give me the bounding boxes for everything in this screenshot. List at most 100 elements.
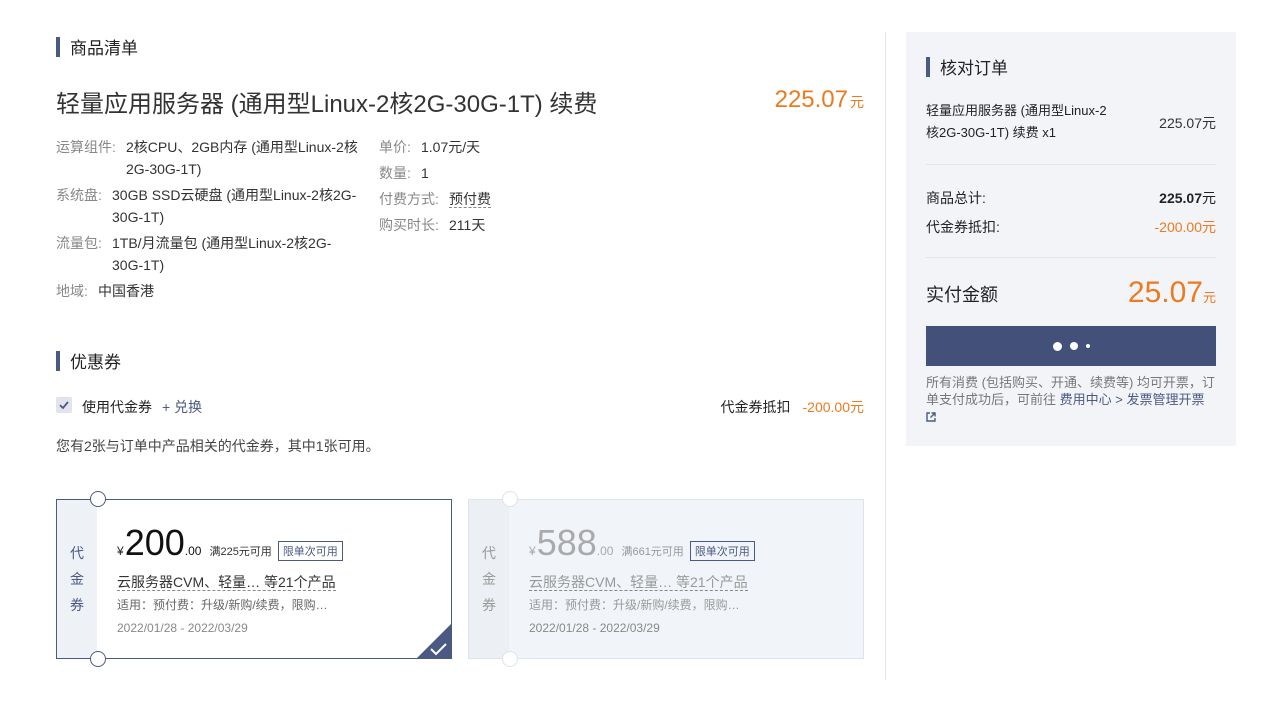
summary-divider (926, 257, 1216, 258)
coupon-condition: 满661元可用 (621, 546, 684, 558)
product-price-unit: 元 (850, 94, 864, 110)
coupon-hint: 您有2张与订单中产品相关的代金券，其中1张可用。 (56, 438, 380, 454)
spec-value: 中国香港 (98, 283, 154, 299)
coupon-notch (502, 651, 518, 667)
product-price-value: 225.07 (774, 86, 848, 113)
coupon-side-char: 券 (482, 597, 496, 613)
coupon-notch (90, 651, 106, 667)
summary-total-label: 商品总计: (926, 190, 986, 206)
summary-coupon-label: 代金券抵扣: (926, 219, 1000, 235)
title-bar (56, 350, 60, 371)
spec-label: 流量包: (56, 235, 102, 251)
summary-total-unit: 元 (1202, 190, 1216, 206)
currency-symbol: ¥ (529, 544, 536, 558)
detail-value: 211天 (449, 217, 486, 233)
coupon-condition: 满225元可用 (209, 546, 272, 558)
spec-value: 1TB/月流量包 (通用型Linux-2核2G-30G-1T) (112, 235, 332, 273)
external-link-icon (926, 412, 936, 422)
summary-item-name-line: 轻量应用服务器 (通用型Linux-2 (926, 103, 1107, 118)
coupon-section-title-text: 优惠券 (70, 353, 121, 372)
product-section-title: 商品清单 (56, 34, 138, 59)
detail-quantity: 数量: 1 (379, 162, 579, 184)
summary-total-row: 商品总计: 225.07元 (926, 188, 1216, 208)
payment-method-value[interactable]: 预付费 (449, 191, 491, 208)
title-bar (926, 56, 930, 77)
product-price: 225.07 元 (775, 86, 864, 114)
detail-label: 付费方式: (379, 191, 439, 207)
coupon-products[interactable]: 云服务器CVM、轻量… 等21个产品 (529, 574, 748, 591)
product-name: 轻量应用服务器 (通用型Linux-2核2G-30G-1T) 续费 (56, 91, 598, 118)
loading-dot-icon (1085, 344, 1090, 348)
coupon-notch (502, 491, 518, 507)
coupon-notch (90, 491, 106, 507)
selected-check-icon (417, 624, 451, 658)
title-bar (56, 36, 60, 57)
summary-divider (926, 164, 1216, 165)
spec-label: 运算组件: (56, 139, 116, 155)
coupon-dates: 2022/01/28 - 2022/03/29 (529, 621, 660, 635)
coupon-side-char: 金 (482, 571, 496, 587)
detail-payment-method: 付费方式: 预付费 (379, 188, 579, 210)
coupon-amount-dec: .00 (596, 544, 614, 558)
invoice-note: 所有消费 (包括购买、开通、续费等) 均可开票，订单支付成功后，可前往 费用中心… (926, 374, 1218, 425)
submit-order-button[interactable] (926, 326, 1216, 366)
spec-system-disk: 系统盘: 30GB SSD云硬盘 (通用型Linux-2核2G-30G-1T) (56, 184, 361, 228)
summary-total-value: 225.07 (1159, 190, 1202, 206)
summary-item-name-line: 核2G-30G-1T) 续费 x1 (926, 125, 1057, 140)
check-icon (59, 401, 69, 410)
coupon-side-char: 金 (70, 571, 84, 587)
exchange-link[interactable]: + 兑换 (162, 397, 202, 417)
loading-dot-icon (1052, 341, 1062, 351)
coupon-deduction: 代金券抵扣 -200.00元 (721, 397, 864, 417)
pay-amount-unit: 元 (1202, 290, 1216, 305)
coupon-amount-dec: .00 (184, 544, 202, 558)
currency-symbol: ¥ (117, 544, 124, 558)
invoice-link-text: 费用中心 > 发票管理开票 (1059, 392, 1205, 407)
detail-duration: 购买时长: 211天 (379, 214, 579, 236)
summary-item-price-unit: 元 (1202, 115, 1216, 131)
use-coupon-label[interactable]: 使用代金券 (82, 397, 152, 417)
coupon-side-label: 代 金 券 (469, 500, 509, 658)
product-section-title-text: 商品清单 (70, 39, 138, 58)
spec-value: 30GB SSD云硬盘 (通用型Linux-2核2G-30G-1T) (112, 187, 357, 225)
coupon-products[interactable]: 云服务器CVM、轻量… 等21个产品 (117, 574, 336, 591)
spec-label: 系统盘: (56, 187, 102, 203)
detail-label: 数量: (379, 165, 411, 181)
spec-region: 地域: 中国香港 (56, 280, 356, 302)
coupon-side-char: 券 (70, 597, 84, 613)
order-summary-panel: 核对订单 轻量应用服务器 (通用型Linux-2 核2G-30G-1T) 续费 … (906, 32, 1236, 446)
coupon-side-char: 代 (70, 545, 84, 561)
pay-amount-value: 25.07 (1127, 276, 1203, 309)
use-coupon-checkbox[interactable] (56, 397, 72, 413)
coupon-amount: ¥ 200 .00 满225元可用 限单次可用 (117, 522, 343, 564)
summary-item-price: 225.07元 (1159, 113, 1216, 133)
detail-unit-price: 单价: 1.07元/天 (379, 136, 579, 158)
coupon-apply-scope: 适用：预付费：升级/新购/续费，限购… (529, 598, 740, 612)
detail-label: 单价: (379, 139, 411, 155)
detail-value: 1 (421, 165, 429, 181)
pay-amount: 25.07元 (1128, 276, 1216, 310)
coupon-dates: 2022/01/28 - 2022/03/29 (117, 621, 248, 635)
coupon-card-selected[interactable]: 代 金 券 ¥ 200 .00 满225元可用 限单次可用 云服务器CVM、轻量… (56, 491, 452, 667)
coupon-amount: ¥ 588 .00 满661元可用 限单次可用 (529, 522, 755, 564)
summary-coupon-row: 代金券抵扣: -200.00元 (926, 217, 1216, 237)
coupon-section-title: 优惠券 (56, 348, 121, 373)
pay-amount-label: 实付金额 (926, 285, 998, 305)
summary-item-name: 轻量应用服务器 (通用型Linux-2 核2G-30G-1T) 续费 x1 (926, 100, 1136, 144)
spec-value: 2核CPU、2GB内存 (通用型Linux-2核2G-30G-1T) (126, 139, 358, 177)
vertical-divider (885, 32, 886, 680)
spec-traffic: 流量包: 1TB/月流量包 (通用型Linux-2核2G-30G-1T) (56, 232, 356, 276)
detail-label: 购买时长: (379, 217, 439, 233)
coupon-deduction-label: 代金券抵扣 (720, 399, 791, 415)
summary-title: 核对订单 (926, 54, 1008, 79)
coupon-amount-int: 200 (124, 522, 185, 563)
coupon-deduction-value: -200.00元 (802, 399, 864, 415)
coupon-side-char: 代 (482, 545, 496, 561)
loading-dot-icon (1069, 342, 1078, 350)
spec-compute: 运算组件: 2核CPU、2GB内存 (通用型Linux-2核2G-30G-1T) (56, 136, 361, 180)
detail-value: 1.07元/天 (421, 139, 481, 155)
coupon-amount-int: 588 (536, 522, 597, 563)
summary-title-text: 核对订单 (940, 59, 1008, 78)
spec-label: 地域: (56, 283, 88, 299)
summary-item-price-value: 225.07 (1159, 115, 1202, 131)
